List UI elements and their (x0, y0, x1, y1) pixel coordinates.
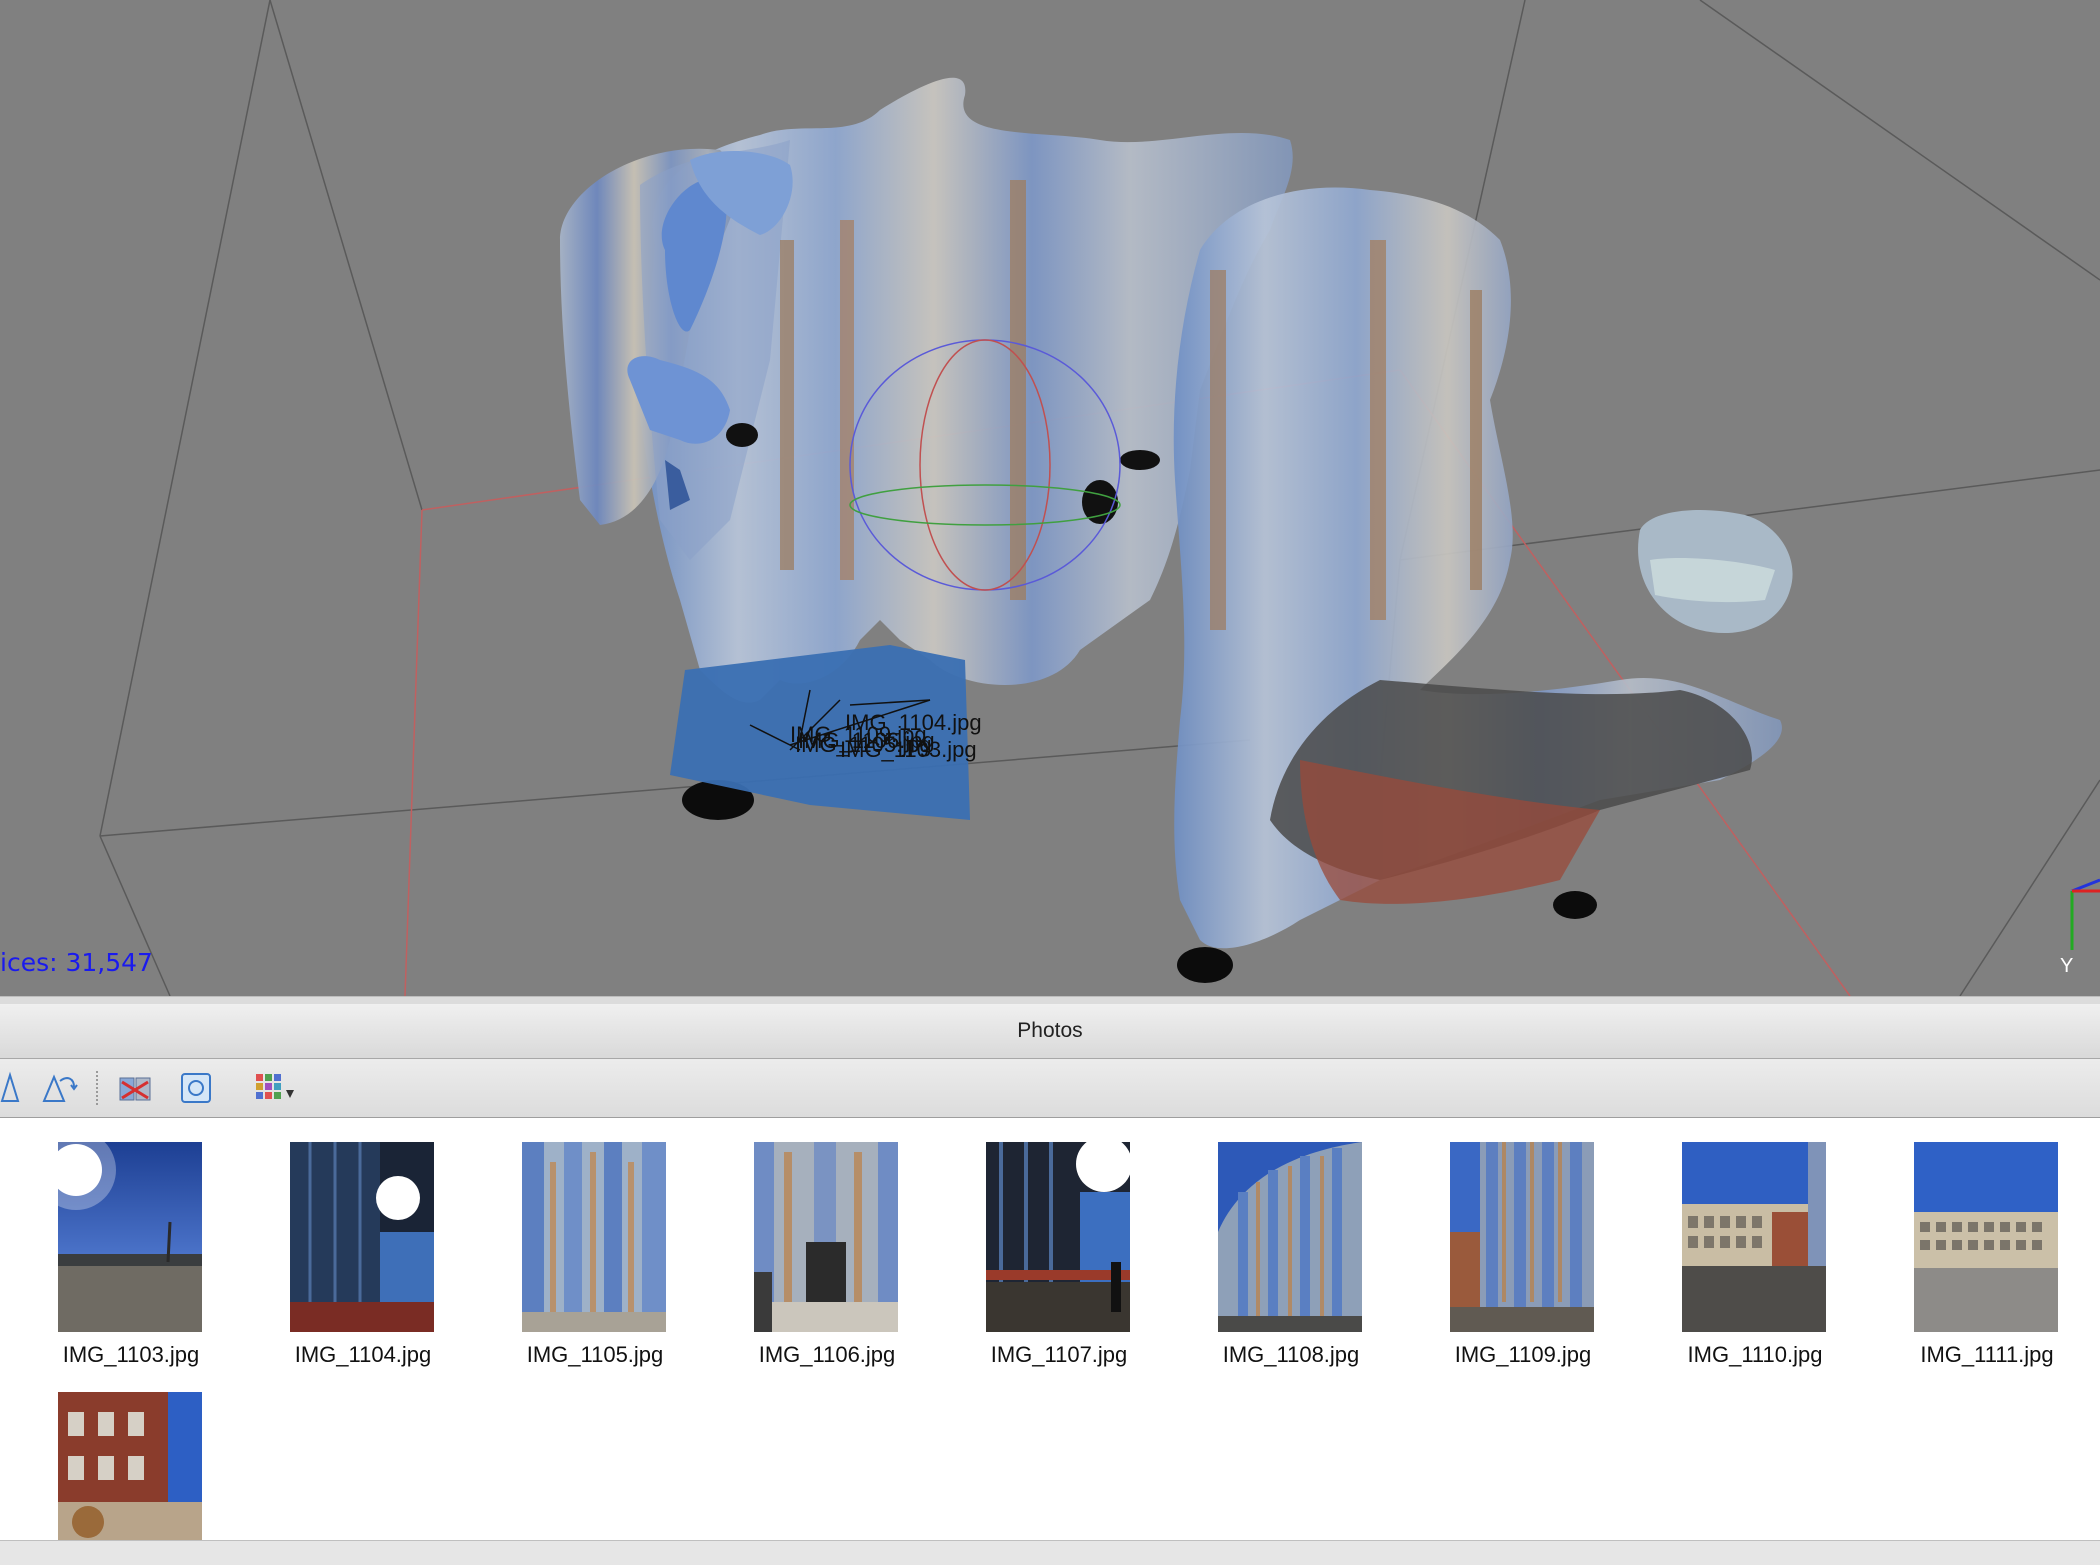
axis-triad: Y (2060, 878, 2100, 977)
photo-thumbnail (754, 1142, 898, 1332)
photo-filename: IMG_1105.jpg (526, 1342, 664, 1367)
scene-canvas[interactable]: IMG_1104.jpg IMG_1105.jpg IMG_1106.jpg I… (0, 0, 2100, 996)
rotate-right-button[interactable] (0, 1069, 20, 1107)
rotate-left-icon (42, 1074, 78, 1102)
photos-toolbar (0, 1059, 2100, 1118)
photos-panel-title-bar: Photos (0, 1004, 2100, 1059)
remove-cameras-icon (119, 1077, 151, 1101)
photo-filename: IMG_1108.jpg (1222, 1342, 1360, 1367)
photo-thumbnail (58, 1142, 202, 1332)
reset-view-icon (181, 1073, 211, 1103)
photo-thumbnail (290, 1142, 434, 1332)
photo-thumbnail (1914, 1142, 2058, 1332)
photo-filename: IMG_1111.jpg (1920, 1342, 2054, 1367)
photo-filename: IMG_1103.jpg (62, 1342, 200, 1367)
remove-cameras-button[interactable] (116, 1069, 158, 1107)
photo-filename: IMG_1106.jpg (758, 1342, 896, 1367)
camera-label: IMG_1109.jpg (790, 722, 927, 747)
axis-y-label: Y (2060, 955, 2073, 977)
view-mode-grid-icon (256, 1074, 294, 1099)
photo-thumbnail (1450, 1142, 1594, 1332)
photos-grid: IMG_1103.jpg IMG_1104.jpg IMG_1105.jpg I… (0, 1118, 2100, 1540)
photo-thumbnail (1682, 1142, 1826, 1332)
photo-thumbnail (1218, 1142, 1362, 1332)
reset-view-button[interactable] (176, 1069, 216, 1107)
rotate-right-icon (0, 1071, 20, 1102)
reconstructed-mesh (560, 77, 1793, 983)
toolbar-separator (96, 1071, 98, 1105)
photo-filename: IMG_1107.jpg (990, 1342, 1128, 1367)
photo-filename: IMG_1110.jpg (1687, 1342, 1823, 1367)
photo-filename: IMG_1109.jpg (1454, 1342, 1592, 1367)
model-viewport[interactable]: IMG_1104.jpg IMG_1105.jpg IMG_1106.jpg I… (0, 0, 2100, 996)
photo-filename: IMG_1104.jpg (294, 1342, 432, 1367)
chevron-down-icon (286, 1090, 294, 1098)
rotate-left-button[interactable] (38, 1069, 78, 1107)
photo-thumbnail (986, 1142, 1130, 1332)
photo-thumbnail (58, 1392, 202, 1540)
photos-panel-title: Photos (1017, 1019, 1083, 1042)
photo-thumbnail (522, 1142, 666, 1332)
bottom-status-strip (0, 1540, 2100, 1565)
vertex-count-readout: ices: 31,547 (0, 948, 153, 977)
view-mode-dropdown[interactable] (252, 1069, 308, 1107)
